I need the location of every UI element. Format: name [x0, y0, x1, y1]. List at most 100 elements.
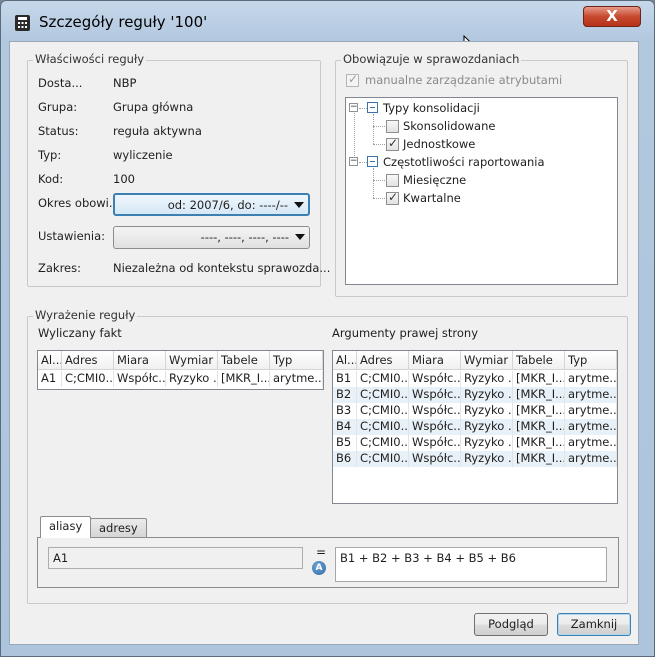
cell-dimension: Ryzyko ...	[461, 403, 513, 419]
column-header-dimension[interactable]: Wymiar	[166, 351, 218, 370]
period-combo[interactable]: od: 2007/6, do: ----/--	[113, 193, 310, 216]
period-label: Okres obowi...	[38, 196, 120, 210]
table-row[interactable]: A1 C;CMI0... Współc... Ryzyko ... [MKR_I…	[38, 371, 323, 387]
collapse-toggle-icon[interactable]: −	[349, 157, 358, 166]
chevron-down-icon	[295, 234, 305, 240]
lhs-expression-field[interactable]: A1	[48, 547, 303, 569]
code-value: 100	[113, 172, 135, 186]
scope-label: Zakres:	[38, 261, 82, 275]
collapse-toggle-icon[interactable]: −	[349, 103, 358, 112]
cell-type: arytme...	[565, 435, 617, 451]
reports-tree[interactable]: − Typy konsolidacji Skonsolidowane ✓ Jed…	[345, 97, 618, 285]
window-title: Szczegóły reguły '100'	[39, 13, 208, 31]
cell-alias: B5	[333, 435, 357, 451]
cell-tables: [MKR_I...	[513, 387, 565, 403]
cell-alias: B1	[333, 371, 357, 387]
type-value: wyliczenie	[113, 148, 173, 162]
computed-fact-table[interactable]: Al... Adres Miara Wymiar Tabele Typ A1 C…	[37, 350, 324, 390]
column-header-dimension[interactable]: Wymiar	[461, 351, 513, 370]
rule-properties-group: Właściwości reguły	[27, 52, 321, 287]
table-header: Al... Adres Miara Wymiar Tabele Typ	[38, 351, 323, 370]
scope-value: Niezależna od kontekstu sprawozda...	[113, 261, 331, 275]
tree-node-frequency[interactable]: Częstotliwości raportowania	[383, 155, 545, 169]
provider-label: Dosta...	[38, 76, 83, 90]
cell-tables: [MKR_I...	[513, 435, 565, 451]
table-row[interactable]: B3 C;CMI0... Współc... Ryzyko ... [MKR_I…	[333, 403, 617, 419]
type-label: Typ:	[38, 148, 62, 162]
cell-measure: Współc...	[114, 371, 166, 387]
close-window-button[interactable]: X	[583, 6, 641, 27]
cell-dimension: Ryzyko ...	[461, 387, 513, 403]
monthly-checkbox[interactable]	[386, 174, 399, 187]
column-header-alias[interactable]: Al...	[38, 351, 62, 370]
alias-info-icon[interactable]: A	[312, 561, 326, 575]
tree-item-standalone[interactable]: Jednostkowe	[403, 137, 475, 151]
right-arguments-table[interactable]: Al... Adres Miara Wymiar Tabele Typ B1 C…	[332, 350, 618, 504]
cell-tables: [MKR_I...	[513, 419, 565, 435]
tree-node-consolidation[interactable]: Typy konsolidacji	[383, 101, 480, 115]
tab-addresses[interactable]: adresy	[90, 518, 147, 538]
tree-connector	[373, 198, 385, 199]
tab-aliases[interactable]: aliasy	[40, 516, 92, 538]
reports-group-title: Obowiązuje w sprawozdaniach	[341, 52, 522, 66]
column-header-type[interactable]: Typ	[565, 351, 617, 370]
standalone-checkbox[interactable]: ✓	[386, 136, 399, 151]
column-header-type[interactable]: Typ	[270, 351, 323, 370]
column-header-address[interactable]: Adres	[62, 351, 114, 370]
cell-type: arytme...	[565, 451, 617, 467]
cell-dimension: Ryzyko ...	[461, 419, 513, 435]
cell-type: arytme...	[565, 387, 617, 403]
cell-alias: B6	[333, 451, 357, 467]
cell-measure: Współc...	[409, 403, 461, 419]
cell-tables: [MKR_I...	[513, 371, 565, 387]
title-bar[interactable]: Szczegóły reguły '100' X	[1, 1, 654, 41]
cell-dimension: Ryzyko ...	[461, 371, 513, 387]
preview-button[interactable]: Podgląd	[474, 613, 548, 636]
column-header-measure[interactable]: Miara	[114, 351, 166, 370]
cell-dimension: Ryzyko ...	[461, 451, 513, 467]
checkmark-icon: ✓	[388, 190, 399, 204]
cell-address: C;CMI0...	[62, 371, 114, 387]
cell-alias: B3	[333, 403, 357, 419]
cell-address: C;CMI0...	[357, 419, 409, 435]
right-arguments-title: Argumenty prawej strony	[332, 326, 479, 340]
tree-connector	[373, 180, 385, 181]
cell-dimension: Ryzyko ...	[461, 435, 513, 451]
status-label: Status:	[38, 124, 79, 138]
manual-attributes-label: manualne zarządzanie atrybutami	[365, 73, 563, 87]
table-row[interactable]: B1 C;CMI0... Współc... Ryzyko ... [MKR_I…	[333, 371, 617, 387]
manual-attributes-checkbox[interactable]: ✓	[346, 72, 359, 87]
settings-combo[interactable]: ----, ----, ----, ----	[113, 226, 310, 249]
consolidated-checkbox[interactable]	[386, 120, 399, 133]
settings-combo-value: ----, ----, ----, ----	[200, 230, 289, 244]
rule-expression-title: Wyrażenie reguły	[33, 308, 138, 322]
tree-item-quarterly[interactable]: Kwartalne	[403, 191, 461, 205]
equals-sign: =	[316, 545, 327, 559]
column-header-address[interactable]: Adres	[357, 351, 409, 370]
column-header-measure[interactable]: Miara	[409, 351, 461, 370]
checkmark-icon: ✓	[388, 136, 399, 150]
cell-tables: [MKR_I...	[513, 403, 565, 419]
tree-item-consolidated[interactable]: Skonsolidowane	[403, 119, 495, 133]
table-row[interactable]: B2 C;CMI0... Współc... Ryzyko ... [MKR_I…	[333, 387, 617, 403]
table-row[interactable]: B4 C;CMI0... Współc... Ryzyko ... [MKR_I…	[333, 419, 617, 435]
cell-measure: Współc...	[409, 419, 461, 435]
column-header-tables[interactable]: Tabele	[513, 351, 565, 370]
cell-type: arytme...	[565, 371, 617, 387]
dialog-client-area: Właściwości reguły Dosta... NBP Grupa: G…	[9, 41, 639, 645]
cell-measure: Współc...	[409, 435, 461, 451]
tree-item-monthly[interactable]: Miesięczne	[403, 173, 466, 187]
column-header-alias[interactable]: Al...	[333, 351, 357, 370]
close-button[interactable]: Zamknij	[557, 613, 631, 636]
code-label: Kod:	[38, 172, 64, 186]
quarterly-checkbox[interactable]: ✓	[386, 190, 399, 205]
column-header-tables[interactable]: Tabele	[218, 351, 270, 370]
group-value: Grupa główna	[113, 100, 194, 114]
table-row[interactable]: B6 C;CMI0... Współc... Ryzyko ... [MKR_I…	[333, 451, 617, 467]
cell-alias: A1	[38, 371, 62, 387]
dialog-window: Szczegóły reguły '100' X Właściwości reg…	[0, 0, 655, 657]
rhs-expression-field[interactable]: B1 + B2 + B3 + B4 + B5 + B6	[335, 547, 607, 582]
provider-value: NBP	[113, 76, 137, 90]
chevron-down-icon	[294, 202, 304, 208]
table-row[interactable]: B5 C;CMI0... Współc... Ryzyko ... [MKR_I…	[333, 435, 617, 451]
